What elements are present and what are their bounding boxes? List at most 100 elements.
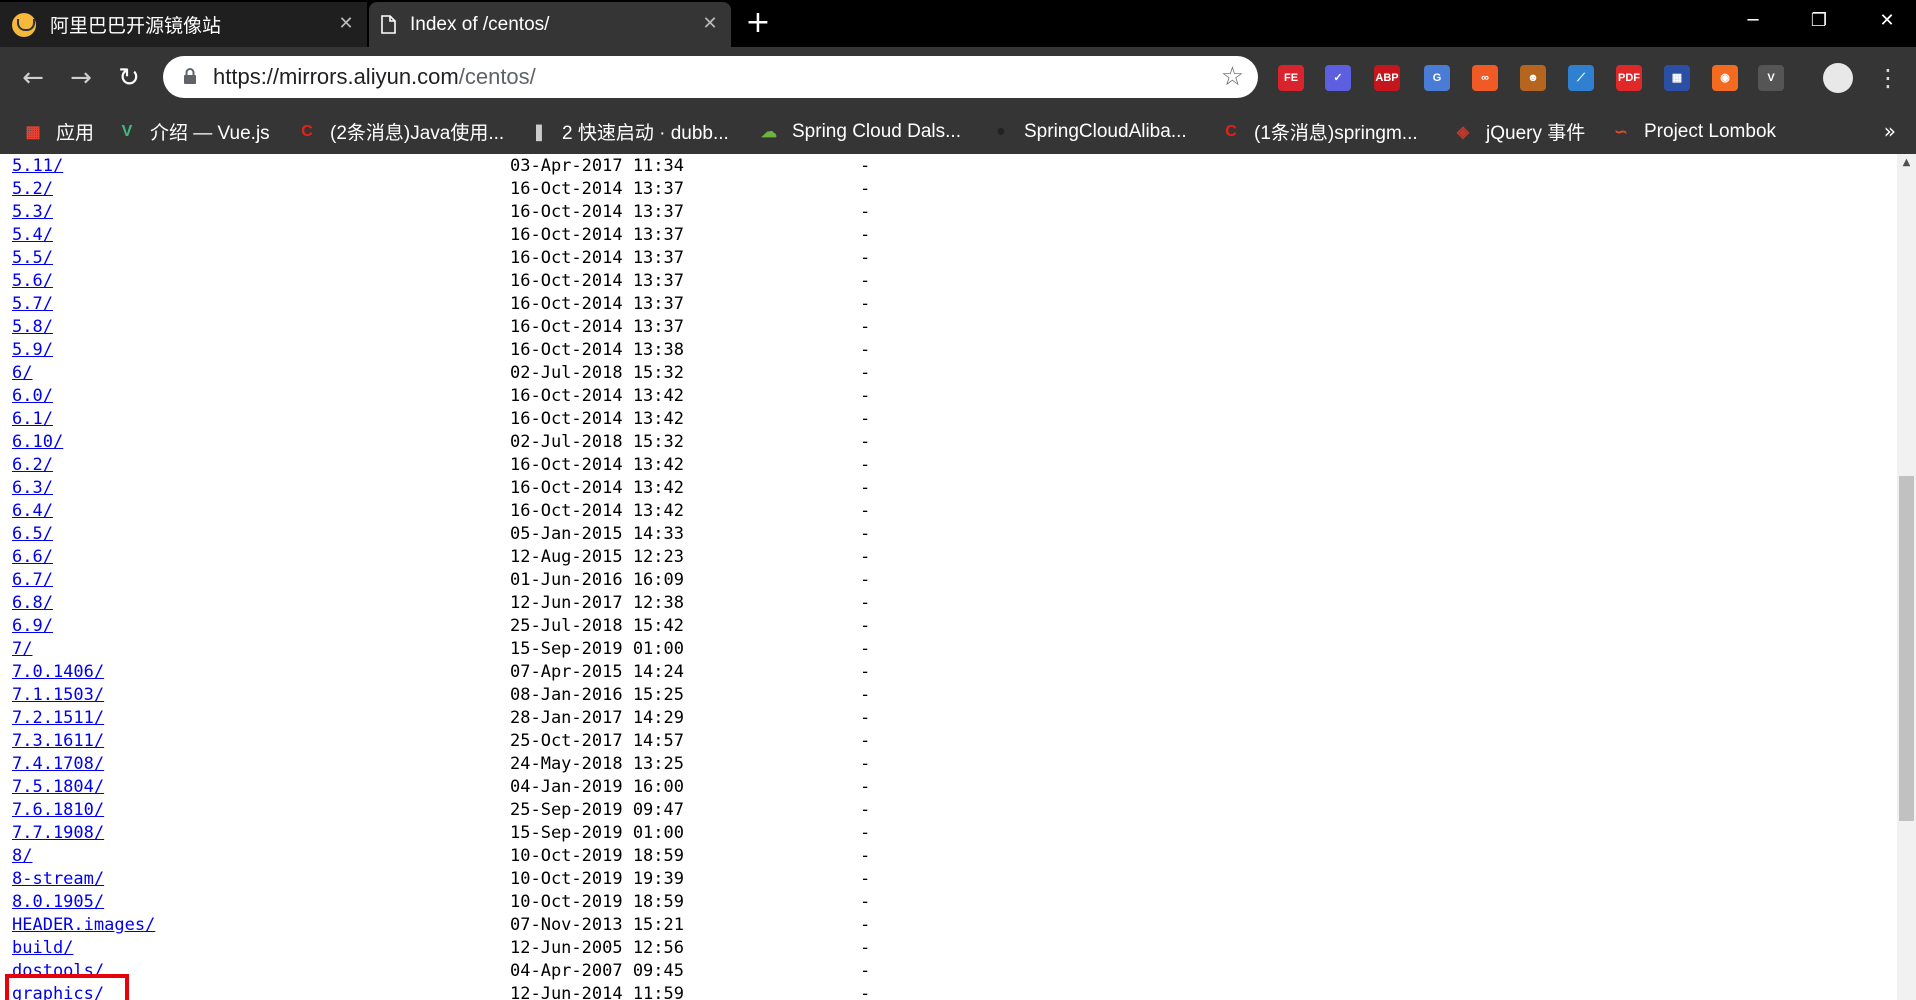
directory-link[interactable]: 7.3.1611/ (12, 731, 104, 751)
file-size: - (860, 731, 871, 751)
directory-link[interactable]: 5.11/ (12, 156, 63, 176)
directory-link[interactable]: 6.3/ (12, 478, 53, 498)
directory-link[interactable]: 5.2/ (12, 179, 53, 199)
bookmark-label: (1条消息)springm... (1254, 123, 1418, 144)
modified-date: 07-Apr-2015 14:24 (510, 662, 684, 682)
orange-circle-extension-icon[interactable]: ◉ (1712, 65, 1738, 91)
bookmark-item[interactable]: C (1条消息)springm... (1220, 109, 1418, 154)
google-translate-extension-icon[interactable]: G (1424, 65, 1450, 91)
restore-window-button[interactable]: ❐ (1790, 0, 1848, 42)
adblock-plus-extension-icon[interactable]: ABP (1374, 65, 1400, 91)
check-extension-icon[interactable]: ✓ (1325, 65, 1351, 91)
file-size: - (860, 915, 871, 935)
profile-avatar[interactable] (1823, 63, 1853, 93)
close-tab-icon[interactable]: ✕ (335, 13, 357, 35)
bookmark-item[interactable]: ▦ 应用 (22, 109, 94, 154)
close-tab-icon[interactable]: ✕ (699, 13, 721, 35)
address-bar[interactable]: https://mirrors.aliyun.com/centos/ ☆ (163, 56, 1258, 98)
tab-index-of-centos[interactable]: Index of /centos/ ✕ (369, 2, 731, 47)
fe-helper-extension-icon[interactable]: FE (1278, 65, 1304, 91)
directory-link[interactable]: 6.8/ (12, 593, 53, 613)
directory-link[interactable]: build/ (12, 938, 73, 958)
directory-link[interactable]: 5.4/ (12, 225, 53, 245)
directory-link[interactable]: 5.5/ (12, 248, 53, 268)
directory-link[interactable]: 6.7/ (12, 570, 53, 590)
file-size: - (860, 248, 871, 268)
directory-link[interactable]: 7.4.1708/ (12, 754, 104, 774)
directory-link[interactable]: 5.7/ (12, 294, 53, 314)
directory-link[interactable]: 7.5.1804/ (12, 777, 104, 797)
file-size: - (860, 639, 871, 659)
directory-link[interactable]: 6.4/ (12, 501, 53, 521)
bookmark-label: 2 快速启动 · dubb... (562, 123, 729, 144)
directory-link[interactable]: 7.0.1406/ (12, 662, 104, 682)
modified-date: 10-Oct-2019 19:39 (510, 869, 684, 889)
vertical-scrollbar[interactable]: ▲ (1897, 154, 1916, 1000)
directory-link[interactable]: 7.2.1511/ (12, 708, 104, 728)
modified-date: 16-Oct-2014 13:37 (510, 317, 684, 337)
back-arrow-icon[interactable]: ← (18, 63, 48, 93)
directory-link[interactable]: 5.8/ (12, 317, 53, 337)
directory-link[interactable]: 5.6/ (12, 271, 53, 291)
directory-link[interactable]: 7/ (12, 639, 32, 659)
minimize-window-button[interactable]: ─ (1724, 0, 1782, 42)
directory-link[interactable]: 6/ (12, 363, 32, 383)
modified-date: 25-Jul-2018 15:42 (510, 616, 684, 636)
reload-icon[interactable]: ↻ (114, 63, 144, 93)
file-size: - (860, 892, 871, 912)
new-tab-plus-icon[interactable]: + (744, 8, 772, 38)
browser-toolbar: ← → ↻ https://mirrors.aliyun.com/centos/… (0, 47, 1916, 109)
monkey-extension-icon[interactable]: ☻ (1520, 65, 1546, 91)
flag-extension-icon[interactable]: ▦ (1664, 65, 1690, 91)
page-content: 5.11/03-Apr-2017 11:34 - 5.2/16-Oct-2014 1… (0, 154, 1897, 1000)
modified-date: 15-Sep-2019 01:00 (510, 823, 684, 843)
url-path: /centos/ (458, 64, 536, 89)
bookmark-star-icon[interactable]: ☆ (1221, 62, 1244, 92)
book-icon: ❚ (532, 123, 546, 141)
close-window-button[interactable]: ✕ (1858, 0, 1916, 42)
bookmark-item[interactable]: ● SpringCloudAliba... (990, 109, 1187, 154)
modified-date: 02-Jul-2018 15:32 (510, 363, 684, 383)
directory-link[interactable]: 7.6.1810/ (12, 800, 104, 820)
directory-link[interactable]: 6.1/ (12, 409, 53, 429)
directory-link[interactable]: 6.2/ (12, 455, 53, 475)
browser-menu-icon[interactable]: ⋮ (1876, 61, 1900, 95)
bookmark-item[interactable]: ◈ jQuery 事件 (1452, 109, 1585, 154)
forward-arrow-icon[interactable]: → (66, 63, 96, 93)
directory-link[interactable]: 6.10/ (12, 432, 63, 452)
directory-link[interactable]: HEADER.images/ (12, 915, 155, 935)
modified-date: 16-Oct-2014 13:42 (510, 409, 684, 429)
directory-link-highlighted[interactable]: 7.7.1908/ (12, 823, 104, 843)
bookmark-item[interactable]: ❚ 2 快速启动 · dubb... (528, 109, 729, 154)
modified-date: 05-Jan-2015 14:33 (510, 524, 684, 544)
vimium-extension-icon[interactable]: V (1758, 65, 1784, 91)
directory-link[interactable]: 5.3/ (12, 202, 53, 222)
tab-title: 阿里巴巴开源镜像站 (50, 16, 222, 37)
directory-link[interactable]: 8.0.1905/ (12, 892, 104, 912)
scroll-up-arrow-icon[interactable]: ▲ (1897, 154, 1916, 171)
file-size: - (860, 685, 871, 705)
directory-link[interactable]: 7.1.1503/ (12, 685, 104, 705)
directory-link[interactable]: 8/ (12, 846, 32, 866)
bookmark-item[interactable]: ☁ Spring Cloud Dals... (758, 109, 961, 154)
directory-link[interactable]: 8-stream/ (12, 869, 104, 889)
feather-extension-icon[interactable]: ⟋ (1568, 65, 1594, 91)
bookmark-label: 应用 (56, 123, 95, 144)
directory-link[interactable]: 5.9/ (12, 340, 53, 360)
url-text[interactable]: https://mirrors.aliyun.com/centos/ (213, 64, 536, 90)
bookmark-item[interactable]: C (2条消息)Java使用... (296, 109, 504, 154)
pdf-extension-icon[interactable]: PDF (1616, 65, 1642, 91)
tab-alibaba-mirror[interactable]: 阿里巴巴开源镜像站 ✕ (0, 2, 367, 47)
directory-link[interactable]: 6.5/ (12, 524, 53, 544)
scrollbar-thumb[interactable] (1899, 476, 1914, 821)
bookmark-item[interactable]: V 介绍 — Vue.js (116, 109, 270, 154)
directory-link[interactable]: 6.9/ (12, 616, 53, 636)
directory-link[interactable]: 6.6/ (12, 547, 53, 567)
more-bookmarks-chevron-icon[interactable]: » (1884, 119, 1896, 143)
directory-link[interactable]: 6.0/ (12, 386, 53, 406)
file-size: - (860, 846, 871, 866)
file-size: - (860, 800, 871, 820)
bookmark-item[interactable]: ∽ Project Lombok (1610, 109, 1776, 154)
file-size: - (860, 823, 871, 843)
infinity-extension-icon[interactable]: ∞ (1472, 65, 1498, 91)
